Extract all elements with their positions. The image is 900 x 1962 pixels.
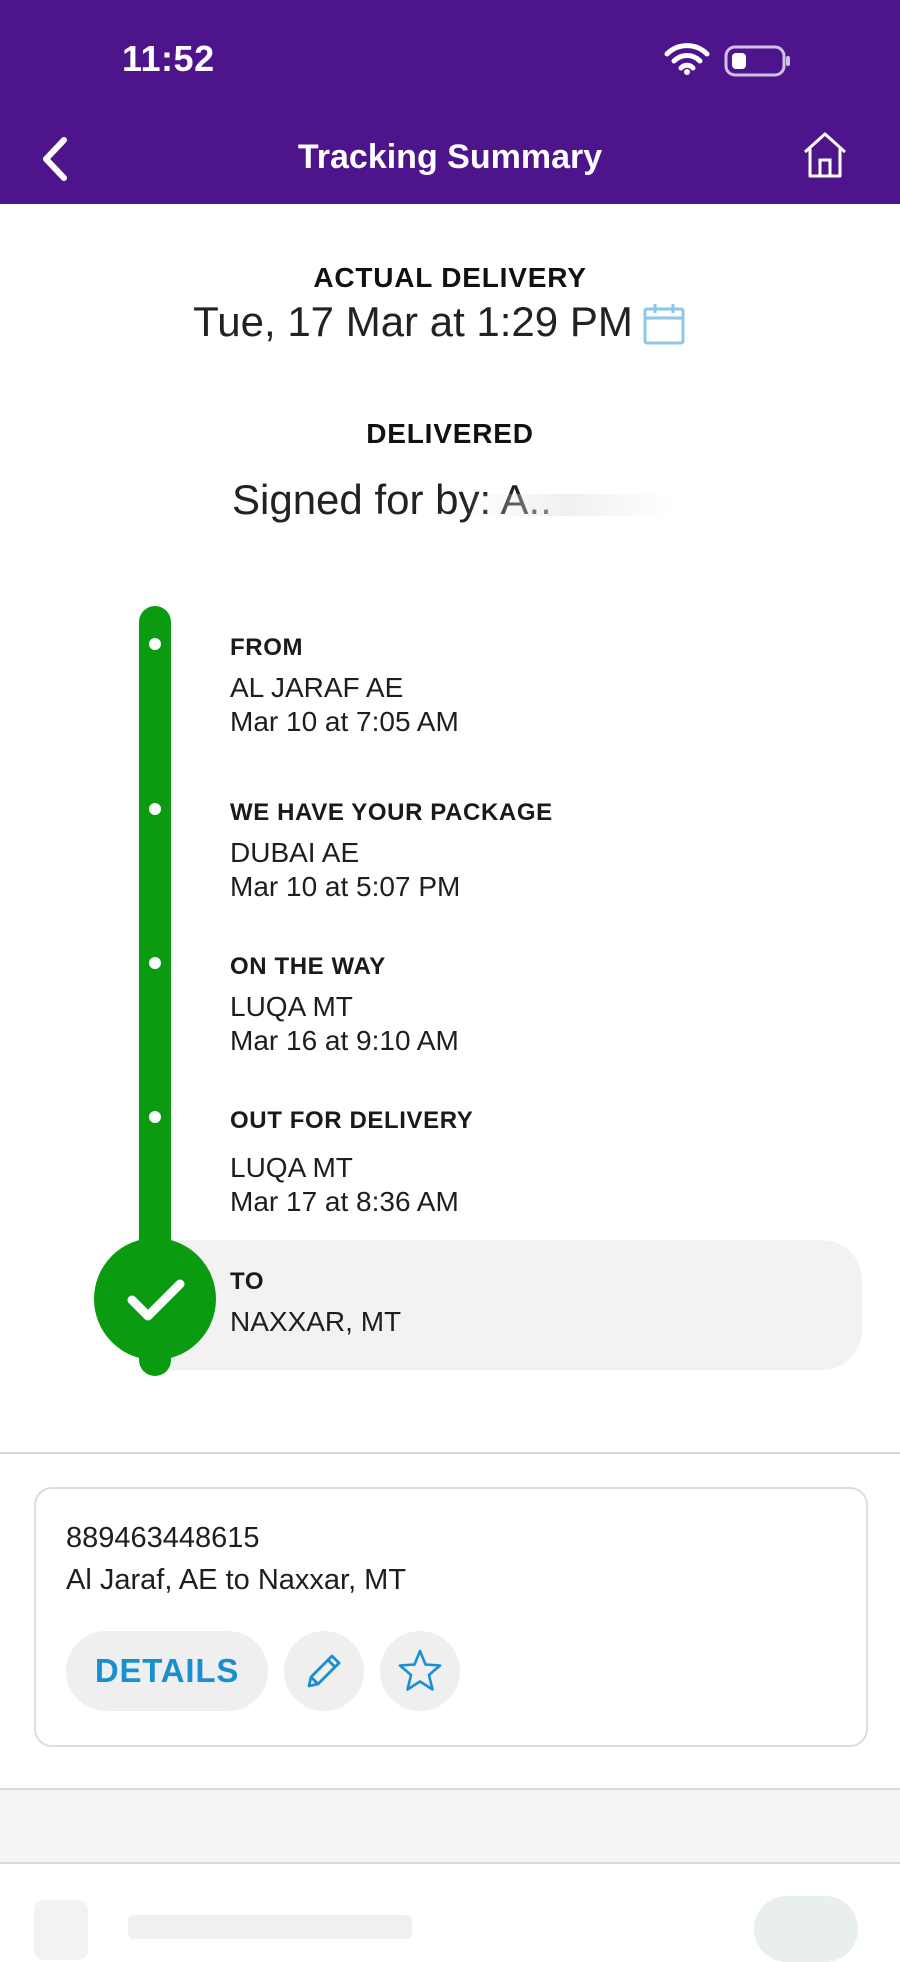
home-icon[interactable] xyxy=(802,130,848,180)
delivery-datetime: Tue, 17 Mar at 1:29 PM xyxy=(193,298,633,345)
timeline-step-time: Mar 10 at 5:07 PM xyxy=(230,871,461,902)
timeline-dot xyxy=(149,803,161,815)
section-divider xyxy=(0,1452,900,1454)
actual-delivery-label: ACTUAL DELIVERY xyxy=(313,262,587,293)
loading-placeholder xyxy=(128,1915,412,1939)
section-divider xyxy=(0,1862,900,1864)
timeline-step-title: TO xyxy=(230,1268,265,1295)
delivery-status: DELIVERED xyxy=(366,418,534,449)
check-icon xyxy=(127,1279,185,1321)
timeline-dot xyxy=(149,1111,161,1123)
timeline-step-title: FROM xyxy=(230,634,304,661)
pencil-icon xyxy=(307,1654,341,1688)
loading-placeholder xyxy=(754,1896,858,1962)
battery-icon xyxy=(724,45,790,77)
delivered-check-badge xyxy=(94,1238,216,1360)
details-button[interactable]: DETAILS xyxy=(66,1631,268,1711)
timeline-step-time: Mar 17 at 8:36 AM xyxy=(230,1186,459,1217)
edit-button[interactable] xyxy=(284,1631,364,1711)
timeline-dot xyxy=(149,638,161,650)
timeline-step-location: LUQA MT xyxy=(230,1152,353,1183)
timeline-step-title: WE HAVE YOUR PACKAGE xyxy=(230,799,553,826)
star-icon xyxy=(398,1649,442,1691)
timeline-step-time: Mar 16 at 9:10 AM xyxy=(230,1025,459,1056)
favorite-button[interactable] xyxy=(380,1631,460,1711)
destination-highlight xyxy=(150,1240,862,1370)
shipment-route: Al Jaraf, AE to Naxxar, MT xyxy=(66,1564,407,1596)
section-spacer xyxy=(0,1790,900,1862)
wifi-icon xyxy=(664,43,710,75)
timeline-step-location: AL JARAF AE xyxy=(230,672,404,703)
timeline-step-location: LUQA MT xyxy=(230,991,353,1022)
timeline-dot xyxy=(149,957,161,969)
calendar-icon[interactable] xyxy=(642,302,686,346)
timeline-step-location: NAXXAR, MT xyxy=(230,1306,402,1337)
timeline-step-title: ON THE WAY xyxy=(230,953,386,980)
tracking-number: 889463448615 xyxy=(66,1522,260,1554)
status-time: 11:52 xyxy=(122,38,215,79)
timeline-step-time: Mar 10 at 7:05 AM xyxy=(230,706,459,737)
timeline-step-location: DUBAI AE xyxy=(230,837,360,868)
loading-placeholder xyxy=(34,1900,88,1960)
timeline-step-title: OUT FOR DELIVERY xyxy=(230,1107,474,1134)
page-title: Tracking Summary xyxy=(297,138,603,176)
redacted-signature xyxy=(462,494,672,516)
